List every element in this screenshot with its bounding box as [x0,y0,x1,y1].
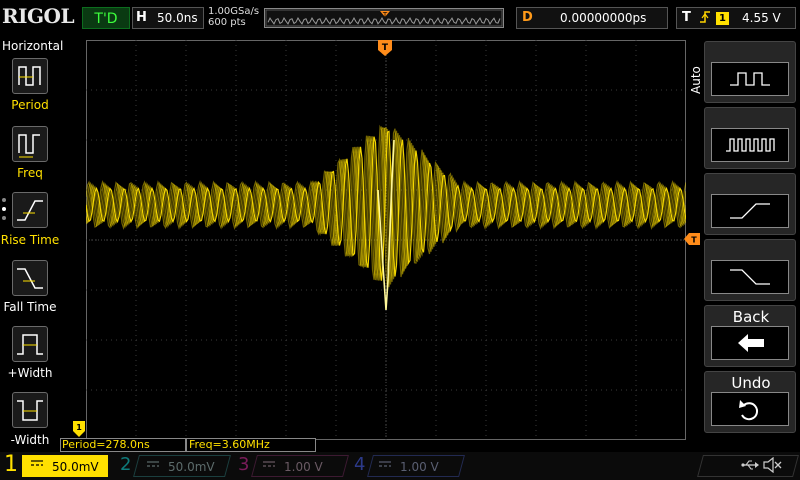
dc-coupling-icon [262,459,276,472]
period-measurement: Period=278.0ns [60,438,186,452]
svg-text:T: T [382,43,389,53]
channel1-number: 1 [4,452,18,477]
rise-time-button[interactable] [12,192,48,228]
sample-rate: 1.00GSa/s [208,6,260,17]
pulse-train-icon [711,128,789,162]
auto-mode-label: Auto [689,66,703,94]
falling-edge-button[interactable] [704,239,796,301]
frequency-button[interactable] [12,126,48,162]
period-label: Period [11,98,49,112]
positive-width-label: +Width [7,366,53,380]
channel2-scale: 50.0mV [168,460,215,474]
rising-edge-icon [698,9,712,29]
square-wave-icon [711,62,789,96]
back-label: Back [732,308,770,326]
channel4-scale: 1.00 V [400,460,439,474]
timebase-value: 50.0ns [157,11,198,25]
trigger-source-badge: 1 [716,12,729,25]
trigger-level-marker[interactable]: T [684,233,700,245]
rigol-logo: RIGOL [2,4,75,28]
negative-width-button[interactable] [12,392,48,428]
dc-coupling-icon [378,459,392,472]
speaker-mute-icon[interactable] [762,456,782,477]
back-button[interactable]: Back [704,305,796,367]
trigger-level-value: 4.55 V [742,11,781,25]
period-button[interactable] [12,58,48,94]
memory-overview-strip[interactable]: T [264,8,504,28]
negative-width-label: -Width [10,433,50,447]
back-arrow-icon [711,326,789,360]
svg-text:T: T [382,11,388,19]
pulse-train-button[interactable] [704,107,796,169]
rise-time-icon [17,200,43,221]
undo-icon [711,392,789,426]
period-icon [18,66,41,86]
square-wave-button[interactable] [704,41,796,103]
falling-edge-icon [711,260,789,294]
fall-time-label: Fall Time [3,300,57,314]
channel2-number: 2 [120,454,132,475]
svg-text:1: 1 [76,423,82,432]
horizontal-label: H [136,10,147,25]
menu-title: Horizontal [2,39,64,53]
negative-width-icon [17,400,43,421]
channel1-trace [86,124,686,311]
sample-info: 1.00GSa/s 600 pts [208,6,259,28]
graticule [86,40,686,440]
channel4-number: 4 [354,454,366,475]
delay-label: D [522,10,533,25]
rising-edge-button[interactable] [704,173,796,235]
fall-time-button[interactable] [12,260,48,296]
channel3-scale: 1.00 V [284,460,323,474]
delay-value: 0.00000000ps [560,11,647,25]
waveform-display[interactable] [86,40,686,440]
menu-page-dots [2,198,6,220]
trigger-position-marker[interactable]: T [378,40,392,56]
frequency-icon [18,134,40,158]
rising-edge-icon [711,194,789,228]
channel3-number: 3 [238,454,250,475]
dc-coupling-icon [30,458,44,471]
frequency-measurement: Freq=3.60MHz [186,438,316,452]
undo-button[interactable]: Undo [704,371,796,433]
channel1-scale: 50.0mV [52,460,99,474]
memory-depth: 600 pts [208,17,246,28]
trigger-label: T [682,10,691,25]
dc-coupling-icon [146,459,160,472]
run-state-badge[interactable]: T'D [82,7,130,29]
freq-label: Freq [17,166,43,180]
positive-width-icon [17,334,43,355]
undo-label: Undo [731,374,771,392]
svg-text:T: T [691,236,697,245]
channel1-offset-marker[interactable]: 1 [73,421,85,437]
usb-icon [740,458,760,476]
rise-time-label: Rise Time [0,233,60,247]
memory-overview-waveform: T [265,9,503,27]
positive-width-button[interactable] [12,326,48,362]
fall-time-icon [17,268,43,289]
